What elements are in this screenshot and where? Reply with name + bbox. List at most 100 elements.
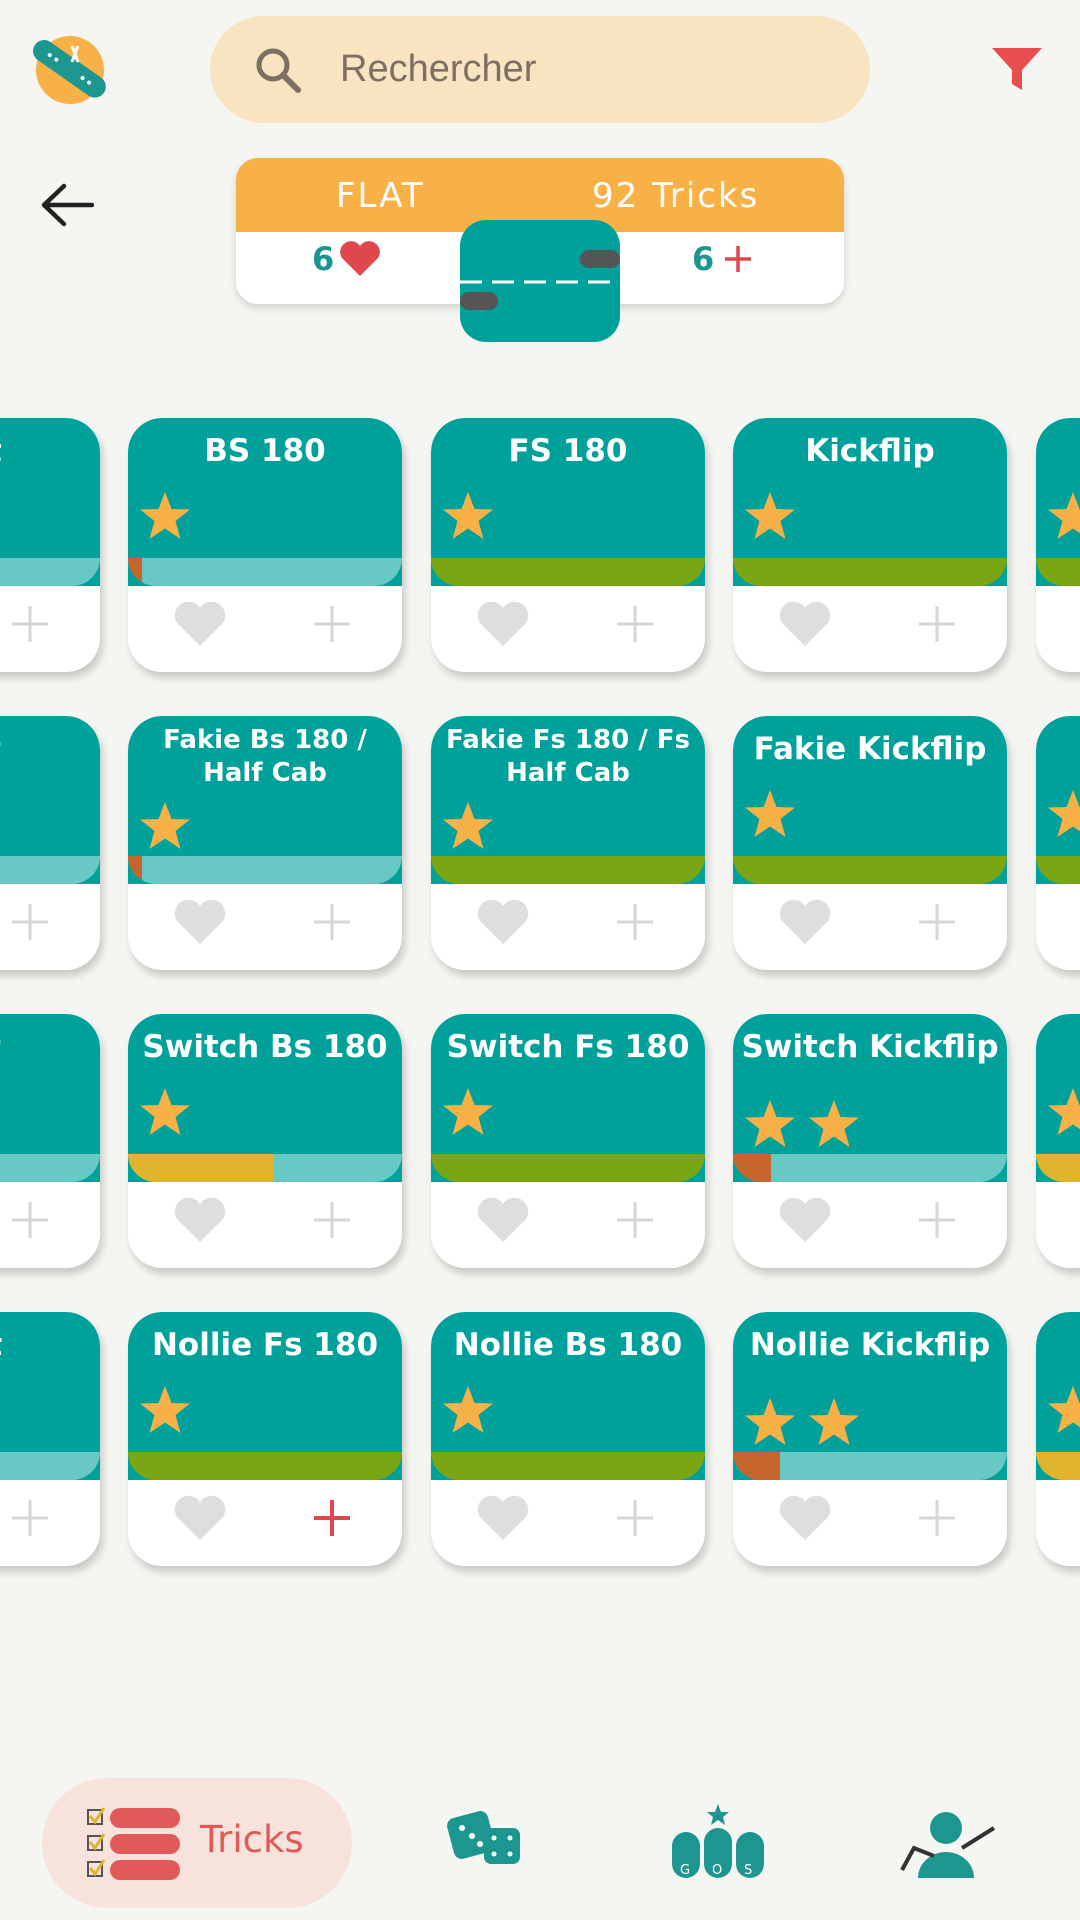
progress-bar	[0, 1154, 100, 1182]
trick-card[interactable]: Fakie Bs 180 / Half Cab	[128, 716, 402, 970]
heart-icon[interactable]	[777, 600, 833, 648]
plus-icon[interactable]	[8, 1198, 52, 1242]
trick-card[interactable]: Fakie Kickflip	[733, 716, 1007, 970]
favorites-count-value: 6	[312, 240, 335, 278]
progress-bar	[733, 1452, 1007, 1480]
profile-icon[interactable]	[900, 1808, 996, 1878]
plus-icon[interactable]	[310, 1198, 354, 1242]
difficulty-stars	[1046, 490, 1080, 546]
trick-name: Switch Fs 180	[446, 1029, 690, 1065]
app-logo	[26, 32, 112, 104]
star-icon	[743, 1098, 797, 1154]
plus-icon[interactable]	[8, 602, 52, 646]
trick-card[interactable]: Fs it	[0, 716, 100, 970]
progress-fill	[128, 1154, 274, 1182]
difficulty-stars	[1046, 1384, 1080, 1440]
trick-name: Nollie Kickflip	[749, 1327, 991, 1363]
trick-name: Switch Bs 180	[142, 1029, 388, 1065]
heart-icon[interactable]	[475, 1196, 531, 1244]
filter-icon[interactable]	[992, 46, 1042, 94]
difficulty-stars	[743, 1396, 861, 1452]
trick-card[interactable]: Switch Bs 180	[128, 1014, 402, 1268]
plus-icon[interactable]	[613, 900, 657, 944]
trick-name: Switch Kickflip	[741, 1029, 999, 1065]
star-icon	[1046, 1086, 1080, 1142]
plus-icon[interactable]	[915, 1198, 959, 1242]
difficulty-stars	[1046, 788, 1080, 844]
heart-icon[interactable]	[475, 1494, 531, 1542]
back-arrow-icon[interactable]	[40, 182, 94, 228]
heart-icon[interactable]	[172, 898, 228, 946]
progress-bar	[128, 1452, 402, 1480]
trick-card[interactable]: Bs it	[0, 1312, 100, 1566]
trick-card[interactable]	[1036, 418, 1080, 672]
difficulty-stars	[441, 800, 495, 856]
heart-icon[interactable]	[777, 1494, 833, 1542]
star-icon	[441, 1086, 495, 1142]
plus-icon[interactable]	[915, 602, 959, 646]
nav-tricks-tab[interactable]: Tricks	[42, 1778, 352, 1908]
trick-card[interactable]: Nollie Kickflip	[733, 1312, 1007, 1566]
star-icon	[743, 1396, 797, 1452]
trick-name: BS 180	[204, 433, 326, 469]
plus-icon[interactable]	[613, 1198, 657, 1242]
heart-icon[interactable]	[475, 600, 531, 648]
difficulty-stars	[441, 490, 495, 546]
plus-icon[interactable]	[915, 1496, 959, 1540]
plus-icon[interactable]	[613, 1496, 657, 1540]
svg-text:S: S	[744, 1863, 752, 1878]
heart-icon[interactable]	[172, 1196, 228, 1244]
trick-card[interactable]: Fakie Fs 180 / Fs Half Cab	[431, 716, 705, 970]
plus-icon[interactable]	[613, 602, 657, 646]
search-bar[interactable]: Rechercher	[210, 16, 870, 123]
trick-card[interactable]	[1036, 1014, 1080, 1268]
favorites-count[interactable]: 6	[312, 240, 382, 278]
heart-icon[interactable]	[777, 1196, 833, 1244]
dice-icon[interactable]	[446, 1808, 522, 1868]
trick-name: Fakie Bs 180 / Half Cab	[163, 725, 367, 788]
difficulty-stars	[743, 490, 797, 546]
trick-card[interactable]: Nollie Bs 180	[431, 1312, 705, 1566]
trick-name: Fs it	[0, 1028, 92, 1066]
trick-card[interactable]: FS 180	[431, 418, 705, 672]
progress-bar	[733, 558, 1007, 586]
plus-icon[interactable]	[915, 900, 959, 944]
difficulty-stars	[743, 788, 797, 844]
trick-card[interactable]: Nollie Fs 180	[128, 1312, 402, 1566]
heart-icon[interactable]	[172, 1494, 228, 1542]
category-name: FLAT	[336, 176, 425, 216]
trick-card[interactable]: Kickflip	[733, 418, 1007, 672]
difficulty-stars	[138, 1384, 192, 1440]
nav-tricks-label: Tricks	[200, 1818, 304, 1861]
difficulty-stars	[138, 800, 192, 856]
search-icon	[256, 48, 301, 93]
difficulty-stars	[441, 1086, 495, 1142]
plus-icon[interactable]	[310, 900, 354, 944]
trick-card[interactable]: BS 180	[128, 418, 402, 672]
progress-bar	[431, 1452, 705, 1480]
trick-card[interactable]: N	[1036, 1312, 1080, 1566]
progress-bar	[733, 856, 1007, 884]
trick-card[interactable]: Fa	[1036, 716, 1080, 970]
trick-card[interactable]: Switch Fs 180	[431, 1014, 705, 1268]
plus-icon[interactable]	[8, 900, 52, 944]
trick-card[interactable]: Switch Kickflip	[733, 1014, 1007, 1268]
heart-icon[interactable]	[777, 898, 833, 946]
heart-icon[interactable]	[172, 600, 228, 648]
star-icon	[138, 1384, 192, 1440]
skateboard-badge-icon	[460, 220, 620, 342]
star-icon	[743, 788, 797, 844]
heart-icon[interactable]	[475, 898, 531, 946]
trick-card[interactable]: Fs it	[0, 1014, 100, 1268]
plus-icon[interactable]	[310, 602, 354, 646]
added-count[interactable]: 6	[692, 240, 754, 278]
progress-bar	[0, 1452, 100, 1480]
search-input[interactable]: Rechercher	[340, 48, 536, 91]
trick-card[interactable]: ve it	[0, 418, 100, 672]
star-icon	[743, 490, 797, 546]
trick-name: FS 180	[508, 433, 628, 469]
game-of-skate-icon[interactable]: GOS	[670, 1802, 766, 1878]
plus-icon[interactable]	[8, 1496, 52, 1540]
plus-icon[interactable]	[310, 1496, 354, 1540]
svg-text:O: O	[712, 1863, 722, 1878]
